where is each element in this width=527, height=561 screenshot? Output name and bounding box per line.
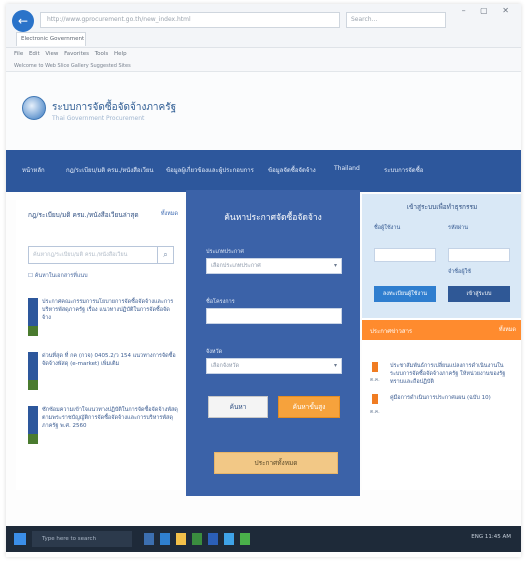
- megaphone-icon: [372, 394, 378, 404]
- site-header: ระบบการจัดซื้อจัดจ้างภาครัฐ Thai Governm…: [6, 72, 521, 150]
- notice-header: ประกาศข่าวสาร ทั้งหมด: [362, 320, 521, 340]
- announcement-type-value: เลือกประเภทประกาศ: [211, 263, 261, 269]
- taskbar-search[interactable]: Type here to search: [32, 531, 132, 547]
- announcement-type-label: ประเภทประกาศ: [206, 249, 244, 255]
- login-button[interactable]: เข้าสู่ระบบ: [448, 286, 510, 302]
- back-arrow-icon[interactable]: ←: [12, 10, 34, 32]
- browser-menubar[interactable]: File Edit View Favorites Tools Help: [6, 48, 521, 60]
- store-icon[interactable]: [192, 533, 202, 545]
- regulations-search-placeholder: ค้นหากฎ/ระเบียบ/มติ ครม./หนังสือเวียน: [33, 252, 128, 258]
- ie-browser-icon[interactable]: [224, 533, 234, 545]
- address-bar[interactable]: http://www.gprocurement.go.th/new_index.…: [40, 12, 340, 28]
- notice-date: ต.ค.: [370, 377, 380, 383]
- nav-item-system[interactable]: ระบบการจัดซื้อ: [384, 165, 423, 175]
- advanced-search-button[interactable]: ค้นหาขั้นสูง: [278, 396, 340, 418]
- browser-tab[interactable]: Electronic Government Pro...: [16, 32, 86, 55]
- password-input[interactable]: [448, 248, 510, 262]
- system-tray-clock[interactable]: ENG 11:45 AM: [471, 534, 511, 540]
- notice-date: ต.ค.: [370, 409, 380, 415]
- search-button[interactable]: ค้นหา: [208, 396, 268, 418]
- password-label: รหัสผ่าน: [448, 225, 469, 231]
- search-icon[interactable]: ⌕: [157, 247, 173, 263]
- chevron-down-icon: ▾: [333, 262, 337, 269]
- news-item-text: ประกาศคณะกรรมการนโยบายการจัดซื้อจัดจ้างแ…: [42, 299, 174, 321]
- username-label: ชื่อผู้ใช้งาน: [374, 225, 401, 231]
- browser-search-box[interactable]: Search...: [346, 12, 446, 28]
- word-app-icon[interactable]: [208, 533, 218, 545]
- megaphone-icon: [372, 362, 378, 372]
- nav-item-thailand[interactable]: Thailand: [334, 165, 360, 172]
- screen-photo: ← http://www.gprocurement.go.th/new_inde…: [6, 4, 521, 557]
- login-box: เข้าสู่ระบบเพื่อทำธุรกรรม ชื่อผู้ใช้งาน …: [362, 194, 521, 318]
- window-controls[interactable]: – ▢ ✕: [462, 6, 515, 15]
- windows-taskbar: Type here to search ENG 11:45 AM: [6, 526, 521, 552]
- login-title: เข้าสู่ระบบเพื่อทำธุรกรรม: [406, 203, 478, 211]
- news-item[interactable]: ประกาศคณะกรรมการนโยบายการจัดซื้อจัดจ้างแ…: [28, 298, 178, 342]
- attachment-search-checkbox[interactable]: ☐ ค้นหาในเอกสารที่แนบ: [28, 272, 88, 280]
- nav-item-stakeholders[interactable]: ข้อมูลผู้เกี่ยวข้องและผู้ประกอบการ: [166, 165, 254, 175]
- all-announcements-button[interactable]: ประกาศทั้งหมด: [214, 452, 338, 474]
- nav-item-regulations[interactable]: กฎ/ระเบียบ/มติ ครม./หนังสือเวียน: [66, 165, 154, 175]
- right-panel: เข้าสู่ระบบเพื่อทำธุรกรรม ชื่อผู้ใช้งาน …: [362, 194, 521, 490]
- site-subtitle: Thai Government Procurement: [52, 115, 145, 122]
- edge-browser-icon[interactable]: [160, 533, 170, 545]
- news-item-text: ซักซ้อมความเข้าใจแนวทางปฏิบัติในการจัดซื…: [42, 407, 178, 429]
- announcement-type-select[interactable]: เลือกประเภทประกาศ ▾: [206, 258, 342, 274]
- attachment-search-label: ค้นหาในเอกสารที่แนบ: [34, 273, 88, 279]
- notice-title: ประกาศข่าวสาร: [370, 328, 413, 335]
- news-item[interactable]: ด่วนที่สุด ที่ กค (กวจ) 0405.2/ว 154 แนว…: [28, 352, 178, 396]
- news-item[interactable]: ซักซ้อมความเข้าใจแนวทางปฏิบัติในการจัดซื…: [28, 406, 178, 450]
- project-name-input[interactable]: [206, 308, 342, 324]
- remember-me-checkbox[interactable]: จำชื่อผู้ใช้: [448, 268, 471, 276]
- file-explorer-icon[interactable]: [176, 533, 186, 545]
- favorites-bar[interactable]: Welcome to Web Slice Gallery Suggested S…: [6, 60, 521, 72]
- province-label: จังหวัด: [206, 349, 223, 355]
- register-button[interactable]: ลงทะเบียนผู้ใช้งาน: [374, 286, 436, 302]
- browser-titlebar: ← http://www.gprocurement.go.th/new_inde…: [6, 4, 521, 55]
- main-navigation: หน้าหลัก กฎ/ระเบียบ/มติ ครม./หนังสือเวีย…: [6, 150, 521, 192]
- username-input[interactable]: [374, 248, 436, 262]
- tab-bar: Electronic Government Pro...: [6, 32, 521, 55]
- chevron-down-icon: ▾: [333, 362, 337, 369]
- news-item-text: ด่วนที่สุด ที่ กค (กวจ) 0405.2/ว 154 แนว…: [42, 353, 176, 367]
- regulations-title: กฎ/ระเบียบ/มติ ครม./หนังสือเวียนล่าสุด: [28, 211, 139, 219]
- province-select[interactable]: เลือกจังหวัด ▾: [206, 358, 342, 374]
- government-logo-icon[interactable]: [22, 96, 46, 120]
- nav-item-home[interactable]: หน้าหลัก: [22, 165, 45, 175]
- document-icon: [28, 352, 38, 390]
- windows-start-icon[interactable]: [14, 533, 26, 545]
- regulations-search-input[interactable]: ค้นหากฎ/ระเบียบ/มติ ครม./หนังสือเวียน ⌕: [28, 246, 174, 264]
- document-icon: [28, 298, 38, 336]
- nav-item-procurement-data[interactable]: ข้อมูลจัดซื้อจัดจ้าง: [268, 165, 316, 175]
- project-name-label: ชื่อโครงการ: [206, 299, 235, 305]
- procurement-search-panel: ค้นหาประกาศจัดซื้อจัดจ้าง ประเภทประกาศ เ…: [186, 190, 360, 496]
- search-panel-title: ค้นหาประกาศจัดซื้อจัดจ้าง: [224, 213, 322, 223]
- notice-item-text[interactable]: ประชาสัมพันธ์การเปลี่ยนแปลงการดำเนินงานใ…: [390, 362, 514, 386]
- notice-item-text[interactable]: คู่มือการดำเนินการประกาศแผน (ฉบับ 10): [390, 394, 514, 402]
- regulations-more-link[interactable]: ทั้งหมด: [161, 210, 178, 218]
- notice-more-link[interactable]: ทั้งหมด: [499, 326, 516, 334]
- task-view-icon[interactable]: [144, 533, 154, 545]
- site-title: ระบบการจัดซื้อจัดจ้างภาครัฐ: [52, 102, 177, 113]
- excel-app-icon[interactable]: [240, 533, 250, 545]
- regulations-panel: กฎ/ระเบียบ/มติ ครม./หนังสือเวียนล่าสุด ท…: [16, 200, 184, 490]
- document-icon: [28, 406, 38, 444]
- province-value: เลือกจังหวัด: [211, 363, 240, 369]
